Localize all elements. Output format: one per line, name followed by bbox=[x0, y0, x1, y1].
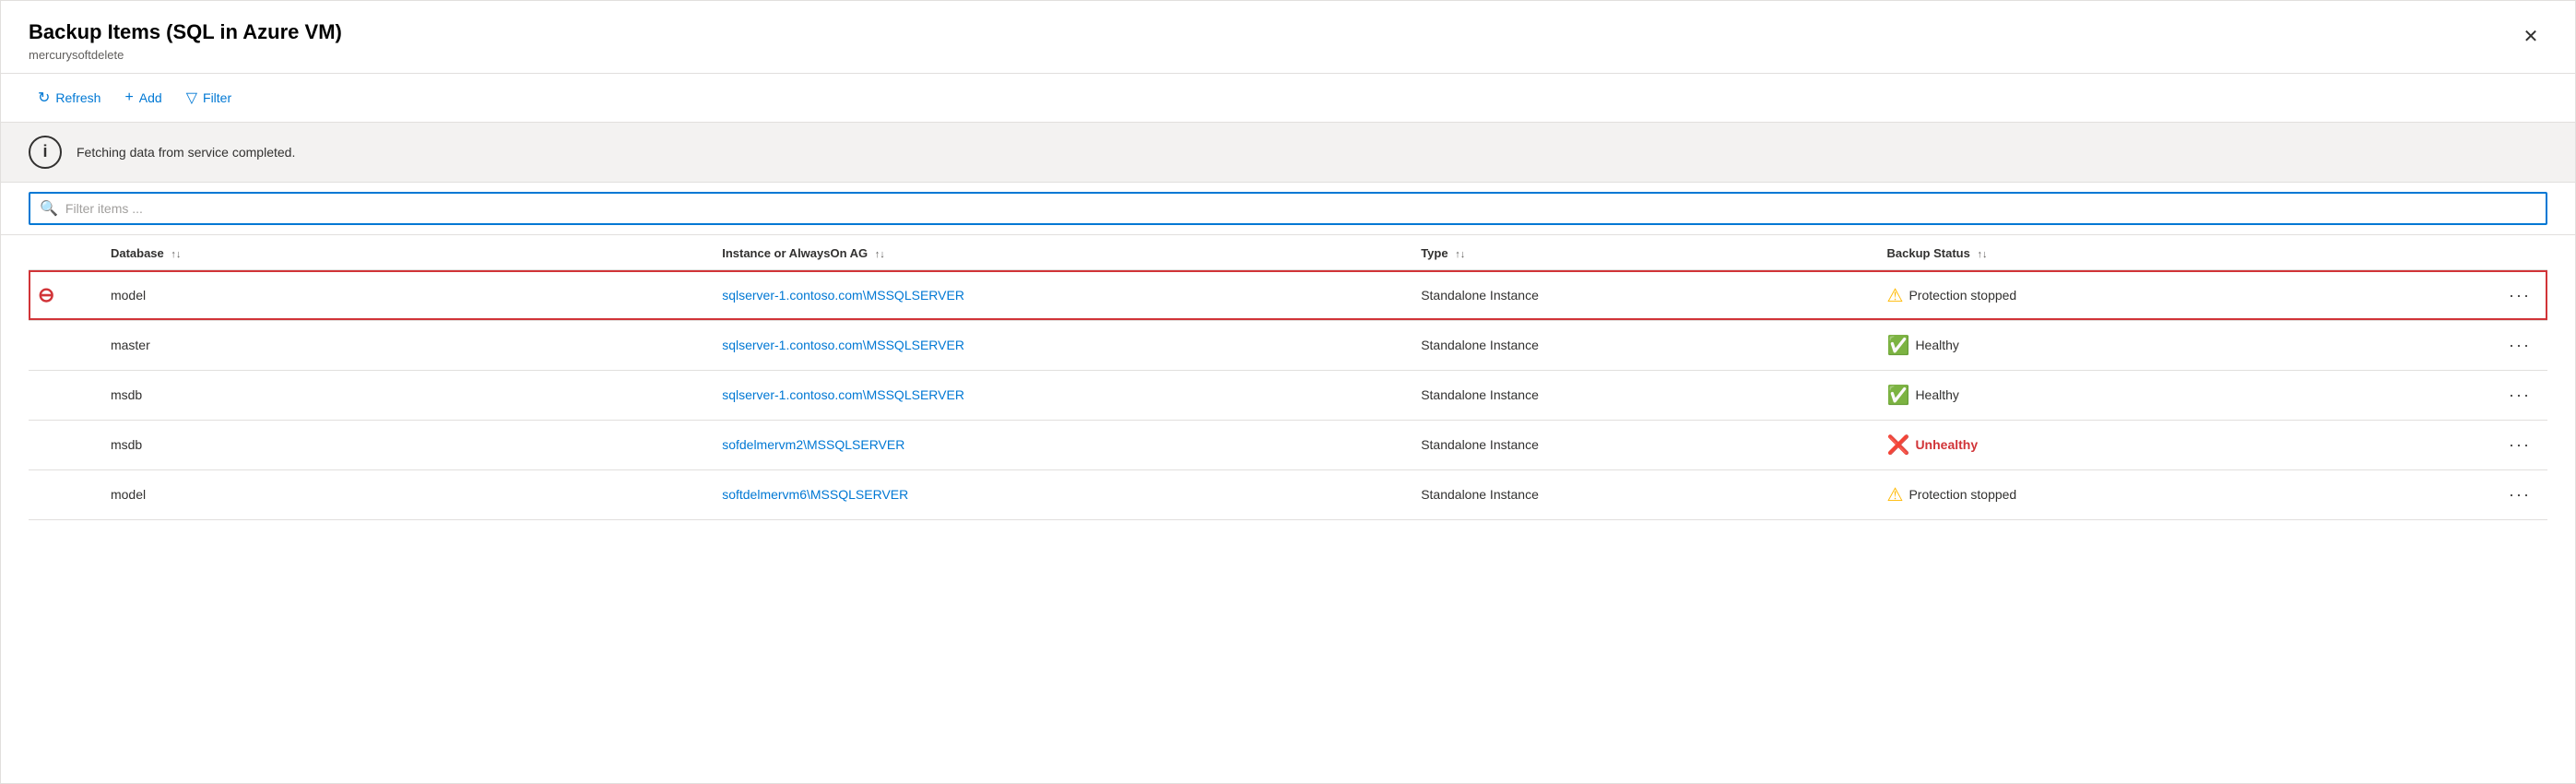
warning-icon: ⚠ bbox=[1887, 483, 1904, 506]
status-cell: ❌ Unhealthy bbox=[1878, 420, 2431, 469]
backup-items-table: Database ↑↓ Instance or AlwaysOn AG ↑↓ T… bbox=[29, 235, 2547, 520]
status-content: ✅ Healthy bbox=[1887, 384, 2422, 407]
database-cell: msdb bbox=[101, 420, 713, 469]
panel: Backup Items (SQL in Azure VM) mercuryso… bbox=[0, 0, 2576, 784]
actions-cell[interactable]: ··· bbox=[2431, 370, 2547, 420]
actions-cell[interactable]: ··· bbox=[2431, 469, 2547, 519]
type-cell: Standalone Instance bbox=[1412, 320, 1877, 370]
sort-icon-type: ↑↓ bbox=[1455, 249, 1465, 260]
status-text: Protection stopped bbox=[1908, 288, 2016, 303]
warning-icon: ⚠ bbox=[1887, 284, 1904, 307]
table-row: model softdelmervm6\MSSQLSERVER Standalone… bbox=[29, 469, 2547, 519]
database-cell: model bbox=[101, 270, 713, 321]
database-cell: master bbox=[101, 320, 713, 370]
filter-icon: ▽ bbox=[186, 89, 197, 107]
table-wrapper: Database ↑↓ Instance or AlwaysOn AG ↑↓ T… bbox=[1, 235, 2575, 520]
row-icon-cell bbox=[29, 370, 101, 420]
refresh-label: Refresh bbox=[55, 90, 100, 105]
col-header-status[interactable]: Backup Status ↑↓ bbox=[1878, 235, 2431, 270]
refresh-icon: ↻ bbox=[38, 89, 50, 107]
instance-cell[interactable]: sqlserver-1.contoso.com\MSSQLSERVER bbox=[713, 370, 1412, 420]
add-label: Add bbox=[139, 90, 162, 105]
status-content: ❌ Unhealthy bbox=[1887, 434, 2422, 457]
info-icon: i bbox=[29, 136, 62, 169]
status-text: Healthy bbox=[1915, 387, 1958, 402]
table-row: msdb sofdelmervm2\MSSQLSERVER Standalone I… bbox=[29, 420, 2547, 469]
more-actions-button[interactable]: ··· bbox=[2501, 432, 2538, 458]
more-actions-button[interactable]: ··· bbox=[2501, 282, 2538, 309]
actions-cell[interactable]: ··· bbox=[2431, 270, 2547, 321]
instance-cell[interactable]: softdelmervm6\MSSQLSERVER bbox=[713, 469, 1412, 519]
status-cell: ✅ Healthy bbox=[1878, 370, 2431, 420]
instance-cell[interactable]: sqlserver-1.contoso.com\MSSQLSERVER bbox=[713, 270, 1412, 321]
col-header-actions bbox=[2431, 235, 2547, 270]
table-row: msdb sqlserver-1.contoso.com\MSSQLSERVER S… bbox=[29, 370, 2547, 420]
close-icon: ✕ bbox=[2523, 25, 2539, 48]
add-icon: + bbox=[124, 89, 133, 106]
instance-cell[interactable]: sofdelmervm2\MSSQLSERVER bbox=[713, 420, 1412, 469]
status-cell: ✅ Healthy bbox=[1878, 320, 2431, 370]
type-cell: Standalone Instance bbox=[1412, 469, 1877, 519]
notification-message: Fetching data from service completed. bbox=[77, 145, 295, 160]
status-text: Protection stopped bbox=[1908, 487, 2016, 502]
more-actions-button[interactable]: ··· bbox=[2501, 481, 2538, 508]
row-icon-cell bbox=[29, 420, 101, 469]
panel-title: Backup Items (SQL in Azure VM) bbox=[29, 19, 342, 46]
more-actions-button[interactable]: ··· bbox=[2501, 382, 2538, 409]
instance-link[interactable]: sqlserver-1.contoso.com\MSSQLSERVER bbox=[722, 338, 964, 352]
table-row: master sqlserver-1.contoso.com\MSSQLSERVE… bbox=[29, 320, 2547, 370]
status-cell: ⚠ Protection stopped bbox=[1878, 469, 2431, 519]
unhealthy-link[interactable]: Unhealthy bbox=[1915, 437, 1978, 452]
status-text: Healthy bbox=[1915, 338, 1958, 352]
row-icon-cell bbox=[29, 320, 101, 370]
status-content: ⚠ Protection stopped bbox=[1887, 284, 2422, 307]
panel-header: Backup Items (SQL in Azure VM) mercuryso… bbox=[1, 1, 2575, 74]
sort-icon-database: ↑↓ bbox=[171, 249, 181, 260]
search-icon: 🔍 bbox=[40, 199, 58, 218]
more-actions-button[interactable]: ··· bbox=[2501, 332, 2538, 359]
type-cell: Standalone Instance bbox=[1412, 420, 1877, 469]
instance-link[interactable]: sofdelmervm2\MSSQLSERVER bbox=[722, 437, 904, 452]
row-icon-cell bbox=[29, 469, 101, 519]
title-block: Backup Items (SQL in Azure VM) mercuryso… bbox=[29, 19, 342, 62]
filter-input[interactable] bbox=[65, 201, 2536, 216]
instance-link[interactable]: sqlserver-1.contoso.com\MSSQLSERVER bbox=[722, 288, 964, 303]
notification-bar: i Fetching data from service completed. bbox=[1, 123, 2575, 183]
refresh-button[interactable]: ↻ Refresh bbox=[29, 83, 110, 113]
database-cell: msdb bbox=[101, 370, 713, 420]
healthy-icon: ✅ bbox=[1887, 384, 1910, 407]
add-button[interactable]: + Add bbox=[115, 84, 171, 112]
type-cell: Standalone Instance bbox=[1412, 270, 1877, 321]
col-header-database[interactable]: Database ↑↓ bbox=[101, 235, 713, 270]
col-header-type[interactable]: Type ↑↓ bbox=[1412, 235, 1877, 270]
filter-bar: 🔍 bbox=[1, 183, 2575, 235]
status-cell: ⚠ Protection stopped bbox=[1878, 270, 2431, 321]
instance-link[interactable]: softdelmervm6\MSSQLSERVER bbox=[722, 487, 908, 502]
sort-icon-status: ↑↓ bbox=[1977, 249, 1987, 260]
table-row: ⊖ model sqlserver-1.contoso.com\MSSQLSERVE… bbox=[29, 270, 2547, 321]
status-content: ✅ Healthy bbox=[1887, 334, 2422, 357]
instance-cell[interactable]: sqlserver-1.contoso.com\MSSQLSERVER bbox=[713, 320, 1412, 370]
instance-link[interactable]: sqlserver-1.contoso.com\MSSQLSERVER bbox=[722, 387, 964, 402]
error-icon: ❌ bbox=[1887, 434, 1910, 457]
filter-button[interactable]: ▽ Filter bbox=[177, 83, 241, 113]
database-cell: model bbox=[101, 469, 713, 519]
row-icon-cell: ⊖ bbox=[29, 270, 101, 321]
toolbar: ↻ Refresh + Add ▽ Filter bbox=[1, 74, 2575, 123]
type-cell: Standalone Instance bbox=[1412, 370, 1877, 420]
col-header-icon bbox=[29, 235, 101, 270]
actions-cell[interactable]: ··· bbox=[2431, 420, 2547, 469]
healthy-icon: ✅ bbox=[1887, 334, 1910, 357]
actions-cell[interactable]: ··· bbox=[2431, 320, 2547, 370]
status-content: ⚠ Protection stopped bbox=[1887, 483, 2422, 506]
col-header-instance[interactable]: Instance or AlwaysOn AG ↑↓ bbox=[713, 235, 1412, 270]
panel-subtitle: mercurysoftdelete bbox=[29, 48, 342, 62]
minus-icon: ⊖ bbox=[38, 283, 92, 307]
filter-label: Filter bbox=[203, 90, 231, 105]
sort-icon-instance: ↑↓ bbox=[875, 249, 885, 260]
close-button[interactable]: ✕ bbox=[2514, 19, 2547, 53]
filter-input-wrapper[interactable]: 🔍 bbox=[29, 192, 2547, 225]
table-header-row: Database ↑↓ Instance or AlwaysOn AG ↑↓ T… bbox=[29, 235, 2547, 270]
